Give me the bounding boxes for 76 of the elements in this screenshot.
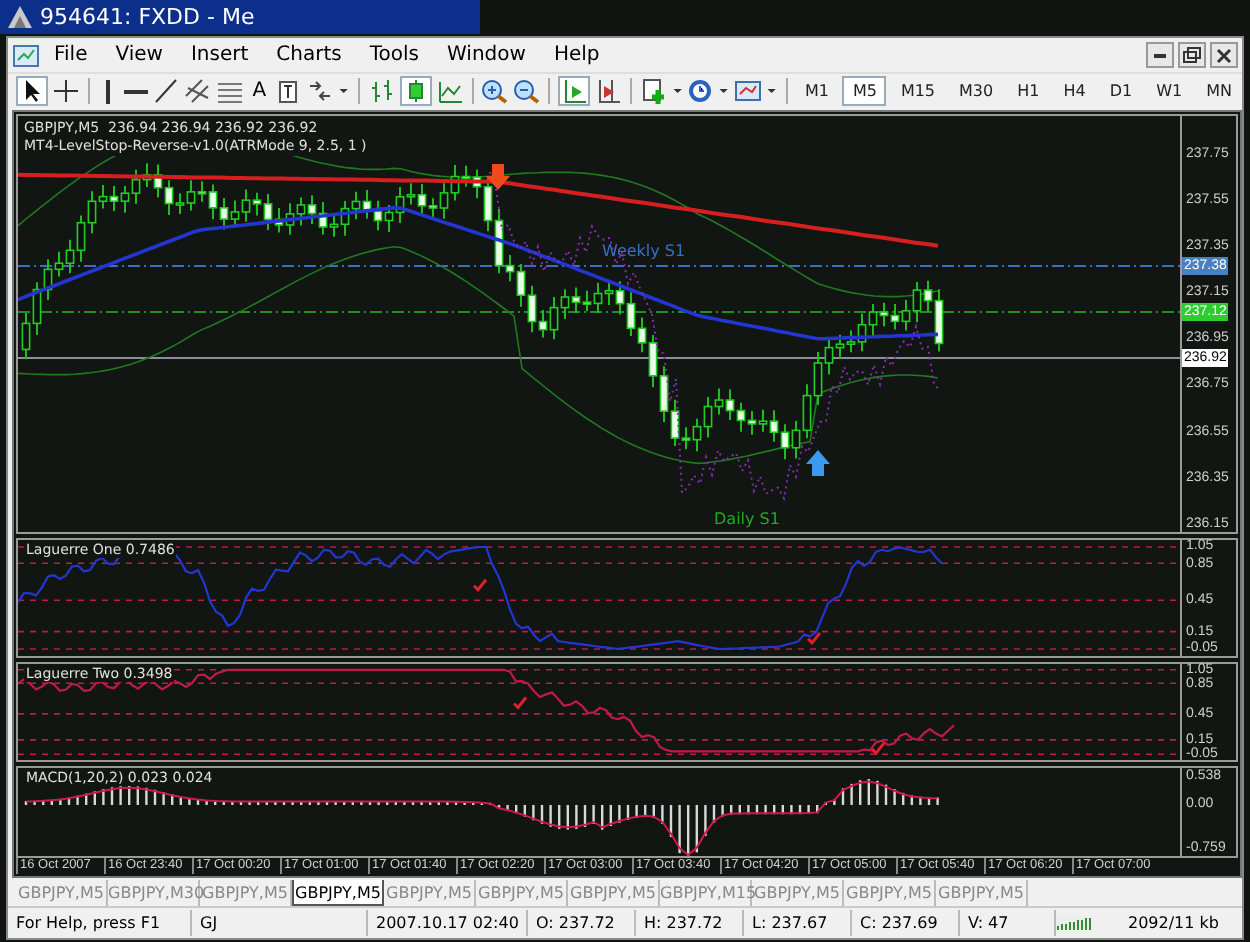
status-field: For Help, press F1: [8, 910, 192, 937]
line-chart-icon: [435, 78, 464, 105]
auto-scroll-button[interactable]: [558, 76, 591, 107]
status-field: 2092/11 kb: [1120, 910, 1227, 937]
text-tool-button[interactable]: A: [248, 76, 271, 107]
candlestick-button[interactable]: [399, 76, 432, 107]
timeframe-button[interactable]: M15: [890, 76, 946, 107]
timeframe-button[interactable]: MN: [1196, 76, 1242, 107]
crosshair-icon: [52, 78, 80, 105]
zoom-out-icon: [512, 78, 541, 105]
channel-lines-icon: [184, 78, 212, 105]
templates-button[interactable]: [734, 76, 763, 107]
check-icon: [512, 696, 528, 710]
timeframe-button[interactable]: H1: [1007, 76, 1050, 107]
timeframe-button[interactable]: M5: [842, 76, 887, 107]
close-icon: [1212, 43, 1236, 68]
horizontal-line-icon: [124, 89, 148, 94]
status-field: GJ: [192, 910, 368, 937]
templates-icon: [734, 78, 763, 105]
minimize-icon: [1154, 53, 1166, 58]
menu-item[interactable]: File: [40, 44, 102, 67]
text-label-icon: [274, 78, 303, 105]
chart-window-icon: [12, 41, 40, 70]
horizontal-lines-icon: [216, 78, 244, 105]
cursor-button[interactable]: [16, 76, 48, 107]
menu-item[interactable]: Insert: [176, 44, 263, 67]
check-icon: [472, 578, 488, 592]
timeframe-button[interactable]: W1: [1146, 76, 1193, 107]
chart-tab[interactable]: GBPJPY,M5: [292, 879, 384, 907]
trend-line-icon: [152, 78, 180, 105]
arrows-icon: [306, 78, 335, 105]
line-chart-button[interactable]: [435, 76, 464, 107]
clock-icon: [686, 78, 715, 105]
crosshair-button[interactable]: [52, 76, 80, 107]
status-field: 2007.10.17 02:40: [368, 910, 528, 937]
zoom-out-button[interactable]: [512, 76, 541, 107]
menu-item[interactable]: Charts: [262, 44, 356, 67]
check-icon: [870, 742, 886, 756]
vertical-line-icon: [106, 79, 111, 104]
menu-item[interactable]: Help: [539, 44, 614, 67]
restore-button[interactable]: [1178, 42, 1206, 69]
check-icon: [806, 631, 822, 645]
timeframe-button[interactable]: H4: [1053, 76, 1096, 107]
buy-arrow-icon: [806, 449, 830, 476]
chart-shift-button[interactable]: [594, 76, 623, 107]
auto-scroll-icon: [560, 78, 589, 105]
status-field: C: 237.69: [852, 910, 960, 937]
timeframe-button[interactable]: M30: [949, 76, 1004, 107]
zoom-in-icon: [480, 78, 509, 105]
timeframe-button[interactable]: M1: [794, 76, 839, 107]
clock-button[interactable]: [686, 76, 715, 107]
status-field: O: 237.72: [528, 910, 636, 937]
status-field: L: 237.67: [744, 910, 852, 937]
indicators-icon: [639, 78, 668, 105]
level-label: Daily S1: [714, 509, 780, 528]
menu-item[interactable]: Window: [433, 44, 540, 67]
sell-arrow-icon: [486, 163, 510, 190]
status-field: H: 237.72: [636, 910, 744, 937]
menu-item[interactable]: View: [101, 44, 177, 67]
signal-bars-icon: [1056, 912, 1092, 935]
level-label: Weekly S1: [602, 241, 686, 260]
chart-shift-icon: [594, 78, 623, 105]
trend-line-button[interactable]: [152, 76, 180, 107]
bar-chart-icon: [367, 78, 396, 105]
indicators-button[interactable]: [639, 76, 668, 107]
channel-lines-button[interactable]: [184, 76, 212, 107]
text-label-button[interactable]: [274, 76, 303, 107]
restore-icon: [1180, 43, 1204, 68]
app-logo-icon: [6, 4, 34, 30]
window-title: 954641: FXDD - Me: [40, 4, 255, 30]
minimize-button[interactable]: [1146, 42, 1174, 69]
bar-chart-button[interactable]: [367, 76, 396, 107]
close-button[interactable]: [1210, 42, 1238, 69]
timeframe-button[interactable]: D1: [1099, 76, 1143, 107]
zoom-in-button[interactable]: [480, 76, 509, 107]
menu-item[interactable]: Tools: [355, 44, 433, 67]
